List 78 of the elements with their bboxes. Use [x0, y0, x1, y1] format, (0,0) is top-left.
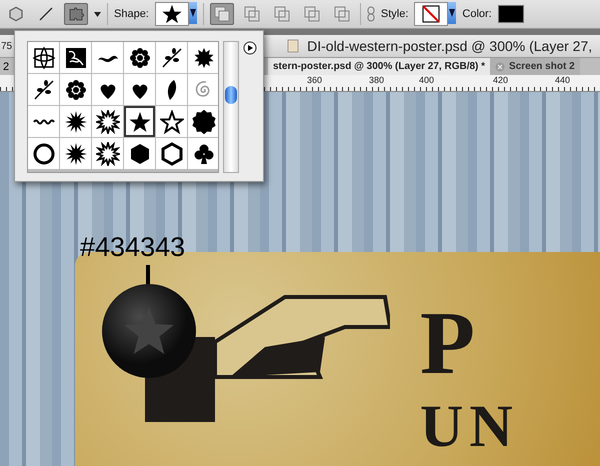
scroll-thumb[interactable]: [225, 86, 238, 104]
shape-cell[interactable]: [92, 42, 123, 73]
overlap-squares-icon: [304, 6, 320, 22]
color-label: Color:: [462, 8, 492, 20]
document-icon: [287, 39, 300, 53]
burst-shape-icon: [64, 110, 88, 134]
shape-cell[interactable]: [188, 138, 218, 169]
shape-cell[interactable]: [92, 74, 123, 105]
shape-cell[interactable]: [92, 138, 123, 169]
shape-cell[interactable]: [156, 42, 187, 73]
shape-cell[interactable]: [60, 138, 91, 169]
shape-cell[interactable]: [28, 74, 59, 105]
window-title-fragment: 75: [1, 40, 12, 52]
star-outline-shape-icon: [160, 110, 184, 134]
style-none-swatch[interactable]: [414, 2, 448, 26]
shape-cell[interactable]: [188, 74, 218, 105]
shape-cell[interactable]: [28, 138, 59, 169]
tab-fragment: 2: [2, 60, 10, 72]
color-annotation: #434343: [80, 232, 186, 263]
shape-cell[interactable]: [156, 106, 187, 137]
ornament-shape-icon: [32, 46, 56, 70]
burst-shape-icon: [64, 142, 88, 166]
no-style-icon: [422, 5, 440, 23]
caret-icon[interactable]: [94, 12, 101, 16]
branch-shape-icon: [160, 46, 184, 70]
shape-cell[interactable]: [28, 42, 59, 73]
document-tab[interactable]: Screen shot 2: [490, 58, 580, 75]
hexagon-outline-shape-icon: [160, 142, 184, 166]
hexagon-icon: [8, 6, 24, 22]
poster-letter: P: [420, 293, 481, 395]
branch-shape-icon: [32, 78, 56, 102]
shape-preview[interactable]: [154, 2, 189, 26]
link-icon[interactable]: [366, 6, 375, 22]
shape-cell[interactable]: [124, 74, 155, 105]
shape-cell[interactable]: [60, 74, 91, 105]
color-swatch[interactable]: [498, 5, 524, 23]
shape-cell[interactable]: [60, 106, 91, 137]
scrollbar[interactable]: [223, 41, 239, 173]
ring-shape-icon: [32, 142, 56, 166]
star-shape-icon: [128, 110, 152, 134]
scallop-shape-icon: [192, 110, 216, 134]
shape-cell[interactable]: [92, 106, 123, 137]
ruler-label: 400: [418, 75, 436, 85]
ruler-label: 360: [306, 75, 324, 85]
ruler-label: 440: [554, 75, 572, 85]
shape-cell[interactable]: [188, 106, 218, 137]
overlap-squares-icon: [244, 6, 260, 22]
shape-cell[interactable]: [188, 42, 218, 73]
burst-outline-shape-icon: [96, 110, 120, 134]
style-label: Style:: [380, 8, 408, 20]
club-shape-icon: [192, 142, 216, 166]
tile-shape-icon: [64, 46, 88, 70]
shape-label: Shape:: [114, 8, 149, 20]
overlap-squares-icon: [274, 6, 290, 22]
poster-letter: UN: [420, 392, 519, 461]
shape-cell[interactable]: [124, 106, 155, 137]
shape-cell[interactable]: [156, 138, 187, 169]
burst-outline-shape-icon: [96, 142, 120, 166]
flower-shape-icon: [128, 46, 152, 70]
shape-cell[interactable]: [156, 74, 187, 105]
path-mode-button[interactable]: [210, 3, 234, 25]
shape-cell[interactable]: [60, 42, 91, 73]
shape-cell[interactable]: [124, 42, 155, 73]
puzzle-shape-icon: [67, 5, 85, 23]
document-tab[interactable]: stern-poster.psd @ 300% (Layer 27, RGB/8) *: [268, 58, 490, 75]
shape-cell[interactable]: [28, 106, 59, 137]
wave-shape-icon: [32, 118, 54, 126]
dropdown-button[interactable]: [448, 2, 456, 24]
menu-arrow-button[interactable]: [243, 41, 257, 55]
line-icon: [38, 6, 54, 22]
ruler-label: 380: [368, 75, 386, 85]
ruler-label: 420: [492, 75, 510, 85]
flower-shape-icon: [64, 78, 88, 102]
star-icon: [160, 3, 183, 25]
overlap-squares-icon: [214, 6, 230, 22]
window-title: DI-old-western-poster.psd @ 300% (Layer 27,: [307, 38, 592, 54]
overlap-squares-icon: [334, 6, 350, 22]
shape-cell[interactable]: [124, 138, 155, 169]
